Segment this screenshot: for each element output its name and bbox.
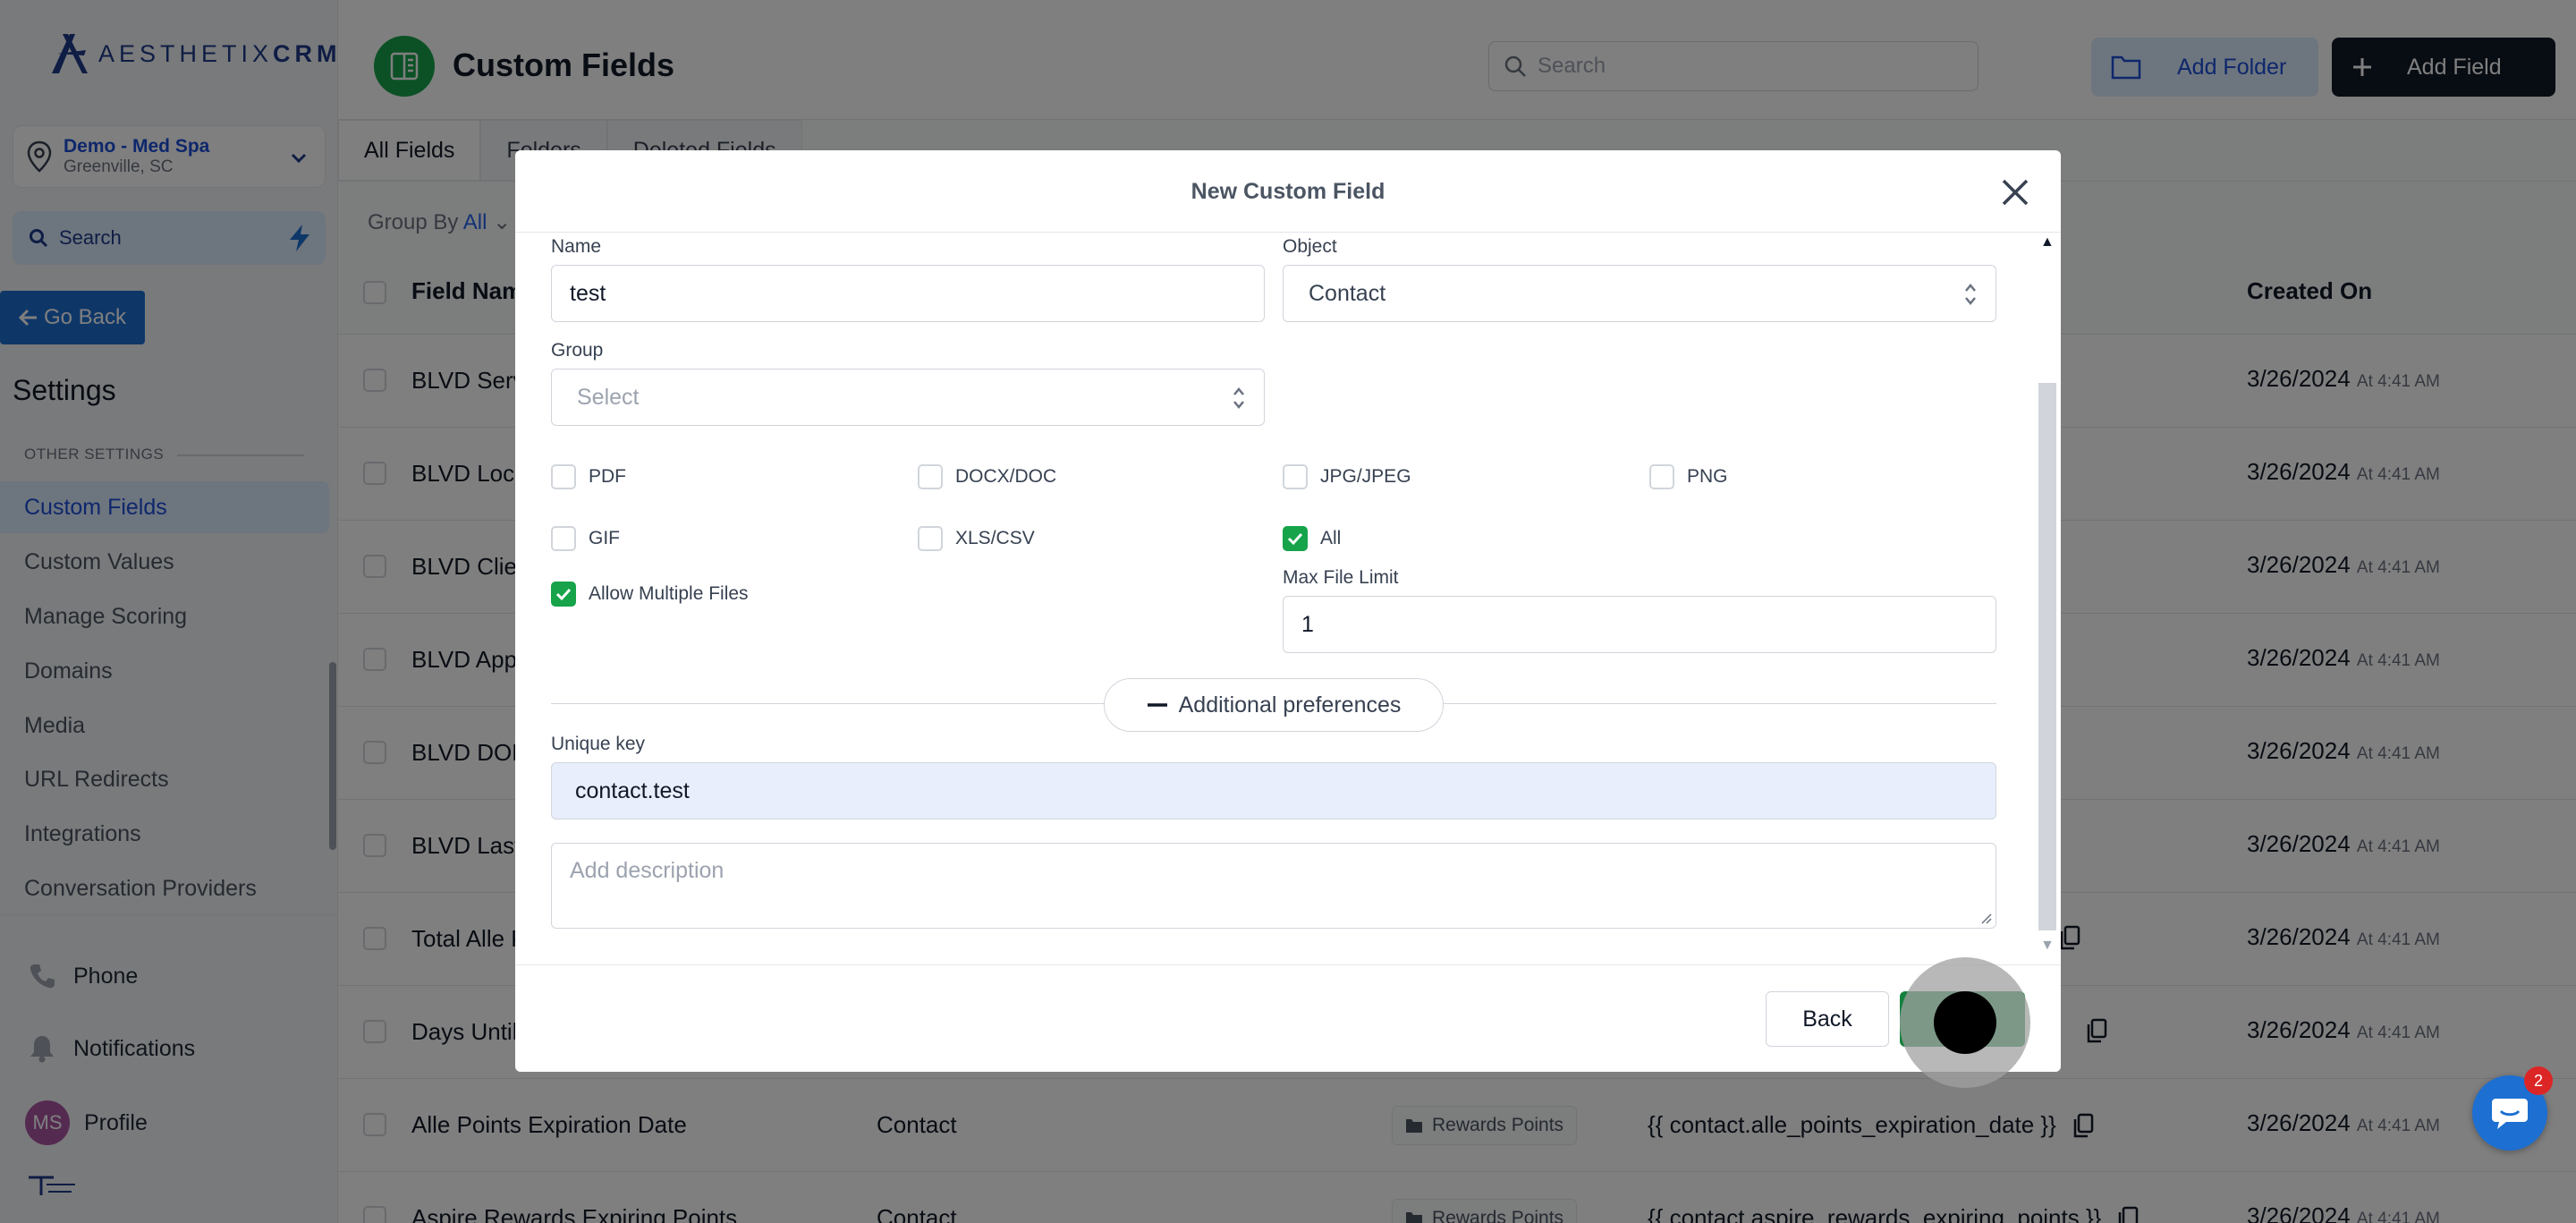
close-icon[interactable]	[2000, 177, 2030, 208]
back-button[interactable]: Back	[1766, 991, 1889, 1047]
modal-header: New Custom Field	[515, 150, 2061, 233]
name-label: Name	[551, 236, 602, 257]
checkbox-box[interactable]	[551, 526, 576, 551]
unique-key-input[interactable]: contact.test	[551, 762, 1996, 820]
checkbox-box[interactable]	[1649, 464, 1674, 489]
checkbox-label: DOCX/DOC	[955, 466, 1057, 487]
checkbox-box-checked[interactable]	[551, 582, 576, 607]
group-label: Group	[551, 340, 604, 361]
checkmark-icon	[555, 588, 572, 601]
divider	[515, 964, 2061, 965]
checkbox-label: All	[1320, 528, 1342, 548]
name-input[interactable]: test	[551, 265, 1265, 322]
notification-badge: 2	[2524, 1066, 2553, 1095]
additional-preferences-toggle[interactable]: Additional preferences	[1104, 678, 1444, 732]
checkbox-xls-csv[interactable]: XLS/CSV	[918, 526, 1035, 551]
checkbox-gif[interactable]: GIF	[551, 526, 620, 551]
object-select-value: Contact	[1309, 280, 1386, 306]
group-select[interactable]: Select	[551, 369, 1265, 426]
minus-icon	[1147, 703, 1167, 707]
select-updown-icon	[1965, 284, 1976, 305]
unique-key-label: Unique key	[551, 734, 646, 754]
max-file-limit-label: Max File Limit	[1283, 567, 1399, 588]
checkbox-all[interactable]: All	[1283, 526, 1341, 551]
modal-scrollbar[interactable]: ▲ ▼	[2036, 233, 2059, 1117]
checkmark-icon	[1287, 532, 1303, 546]
checkbox-box[interactable]	[1283, 464, 1308, 489]
checkbox-label: XLS/CSV	[955, 528, 1035, 548]
checkbox-label: Allow Multiple Files	[589, 583, 749, 604]
object-select[interactable]: Contact	[1283, 265, 1996, 322]
checkbox-box[interactable]	[918, 464, 943, 489]
checkbox-allow-multiple-files[interactable]: Allow Multiple Files	[551, 582, 749, 607]
scroll-down-arrow[interactable]: ▼	[2040, 938, 2055, 954]
click-indicator-dot	[1934, 991, 1996, 1054]
checkbox-docx-doc[interactable]: DOCX/DOC	[918, 464, 1056, 489]
checkbox-png[interactable]: PNG	[1649, 464, 1728, 489]
new-custom-field-modal: New Custom Field ▲ ▼ Name test Object Co…	[515, 150, 2061, 1072]
select-updown-icon	[1233, 387, 1244, 409]
checkbox-box-checked[interactable]	[1283, 526, 1308, 551]
checkbox-box[interactable]	[918, 526, 943, 551]
checkbox-jpg-jpeg[interactable]: JPG/JPEG	[1283, 464, 1411, 489]
checkbox-label: PDF	[589, 466, 626, 487]
checkbox-label: JPG/JPEG	[1320, 466, 1411, 487]
description-placeholder: Add description	[570, 858, 724, 883]
object-label: Object	[1283, 236, 1337, 257]
description-textarea[interactable]: Add description	[551, 843, 1996, 929]
checkbox-box[interactable]	[551, 464, 576, 489]
chat-bubble-icon	[2492, 1099, 2528, 1129]
checkbox-label: GIF	[589, 528, 620, 548]
resize-handle-icon[interactable]	[1979, 912, 1992, 924]
scroll-up-arrow[interactable]: ▲	[2040, 234, 2055, 251]
group-select-placeholder: Select	[577, 384, 640, 410]
checkbox-pdf[interactable]: PDF	[551, 464, 626, 489]
max-file-limit-input[interactable]: 1	[1283, 596, 1996, 653]
checkbox-label: PNG	[1687, 466, 1728, 487]
scroll-thumb[interactable]	[2038, 383, 2056, 930]
modal-title: New Custom Field	[1191, 179, 1385, 204]
additional-preferences-label: Additional preferences	[1178, 692, 1402, 718]
